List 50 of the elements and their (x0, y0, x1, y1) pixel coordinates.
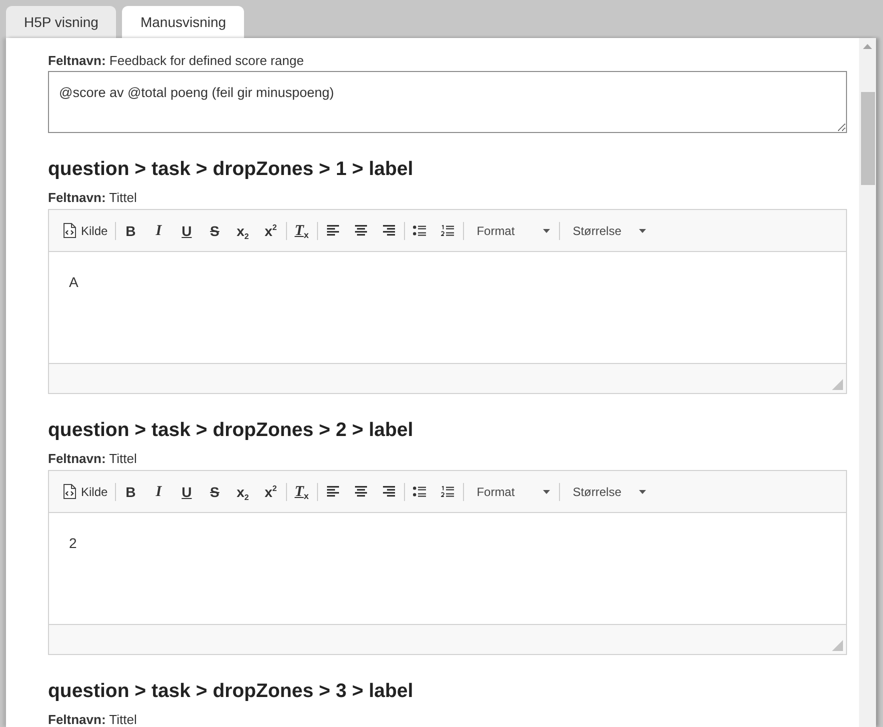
numbered-list-icon (441, 225, 454, 236)
field-path-heading: question > task > dropZones > 3 > label (48, 679, 414, 703)
dropdown-button[interactable]: Størrelse (560, 218, 654, 242)
align-left-icon (326, 486, 339, 497)
caret-icon (638, 490, 646, 494)
align-center-icon (354, 486, 367, 497)
dropdown-button[interactable]: Format (464, 218, 558, 242)
field-label: Feltnavn: Tittel (48, 451, 138, 467)
dropdown-button[interactable]: Størrelse (560, 480, 654, 504)
code-file-icon (63, 223, 76, 238)
text-area-field[interactable]: @score av @total poeng (feil gir minuspoeng) (48, 71, 847, 133)
bold-button[interactable]: B (116, 218, 145, 242)
source-button[interactable]: Kilde (57, 218, 114, 242)
field-label: Feltnavn: Feedback for defined score range (48, 53, 305, 69)
tab[interactable]: Manusvisning (122, 6, 244, 38)
italic-button[interactable]: I (144, 218, 173, 242)
field-label: Feltnavn: Tittel (48, 190, 138, 206)
caret-icon (638, 228, 646, 232)
underline-button[interactable]: U (172, 480, 201, 504)
scrollbar-thumb[interactable] (860, 92, 874, 185)
strikethrough-button[interactable]: S (200, 218, 229, 242)
align-right-icon (382, 486, 395, 497)
field-label: Feltnavn: Tittel (48, 712, 138, 727)
code-file-icon (63, 484, 76, 499)
field-path-heading: question > task > dropZones > 1 > label (48, 157, 414, 181)
align-center-icon (354, 225, 367, 236)
bold-button[interactable]: B (116, 480, 145, 504)
align-right-icon (382, 225, 395, 236)
strikethrough-button[interactable]: S (200, 480, 229, 504)
superscript-button[interactable]: x$^{2}$ (256, 480, 285, 504)
align-left-icon (326, 225, 339, 236)
bullet-list-icon (413, 486, 426, 497)
resize-grip-icon (832, 379, 843, 390)
source-button[interactable]: Kilde (57, 480, 114, 504)
remove-format-button[interactable]: T$_{x}$ (288, 480, 316, 504)
underline-button[interactable]: U (172, 218, 201, 242)
bullet-list-icon (413, 225, 426, 236)
subscript-button[interactable]: x$_{2}$ (228, 218, 257, 242)
superscript-button[interactable]: x$^{2}$ (256, 218, 285, 242)
dropdown-button[interactable]: Format (464, 480, 558, 504)
remove-format-button[interactable]: T$_{x}$ (288, 218, 316, 242)
numbered-list-icon (441, 486, 454, 497)
italic-button[interactable]: I (144, 480, 173, 504)
field-path-heading: question > task > dropZones > 2 > label (48, 418, 414, 442)
subscript-button[interactable]: x$_{2}$ (228, 480, 257, 504)
caret-icon (542, 228, 550, 232)
scroll-up-icon (863, 44, 872, 49)
tab[interactable]: H5P visning (6, 6, 116, 38)
caret-icon (542, 490, 550, 494)
resize-grip-icon (832, 640, 843, 651)
